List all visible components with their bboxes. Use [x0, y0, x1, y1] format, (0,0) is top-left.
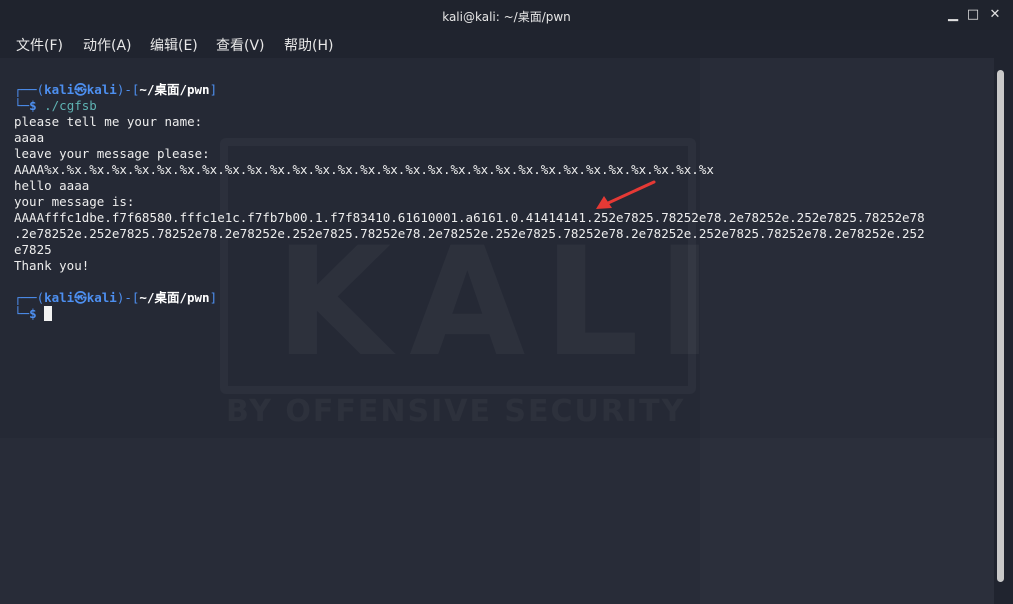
prompt-at: ㉿: [74, 82, 87, 97]
prompt-corner: ┌──(: [14, 290, 45, 305]
menu-edit[interactable]: 编辑(E): [150, 35, 198, 55]
menu-help[interactable]: 帮助(H): [284, 35, 333, 55]
prompt-at: ㉿: [74, 290, 87, 305]
prompt-path: ~/桌面/pwn: [139, 290, 210, 305]
output-line: AAAA%x.%x.%x.%x.%x.%x.%x.%x.%x.%x.%x.%x.…: [14, 162, 714, 177]
prompt-end: ]: [209, 82, 218, 97]
output-line: hello aaaa: [14, 178, 90, 193]
prompt-line-bottom: └─$: [14, 306, 53, 322]
prompt-host: kali: [86, 290, 117, 305]
prompt-corner: └─: [14, 98, 30, 113]
close-icon[interactable]: ✕: [986, 6, 1004, 24]
menu-view[interactable]: 查看(V): [216, 35, 265, 55]
text-cursor: [44, 306, 53, 321]
background-shape: [700, 58, 994, 604]
command-text: ./cgfsb: [44, 98, 97, 113]
menu-file[interactable]: 文件(F): [16, 35, 63, 55]
maximize-icon[interactable]: □: [964, 6, 982, 24]
menu-bar: 文件(F) 动作(A) 编辑(E) 查看(V) 帮助(H): [0, 30, 1013, 58]
output-line: please tell me your name:: [14, 114, 203, 129]
prompt-corner: ┌──(: [14, 82, 45, 97]
output-line: AAAAfffc1dbe.f7f68580.fffc1e1c.f7fb7b00.…: [14, 210, 925, 225]
watermark-tagline: BY OFFENSIVE SECURITY: [226, 394, 685, 429]
output-line: .2e78252e.252e7825.78252e78.2e78252e.252…: [14, 226, 925, 241]
prompt-end: ]: [209, 290, 218, 305]
prompt-mid: )-[: [116, 82, 140, 97]
output-line: your message is:: [14, 194, 135, 209]
watermark-logo: KALI: [275, 216, 731, 390]
terminal-area[interactable]: KALI BY OFFENSIVE SECURITY: [0, 58, 994, 604]
output-line: aaaa: [14, 130, 45, 145]
minimize-icon[interactable]: ▁: [944, 6, 962, 24]
prompt-user: kali: [44, 82, 75, 97]
output-line: Thank you!: [14, 258, 90, 273]
prompt-user: kali: [44, 290, 75, 305]
prompt-host: kali: [86, 82, 117, 97]
annotation-arrow-icon: [596, 180, 656, 209]
scrollbar-thumb[interactable]: [997, 70, 1004, 582]
prompt-corner: └─: [14, 306, 30, 321]
prompt-path: ~/桌面/pwn: [139, 82, 210, 97]
prompt-dollar: $: [29, 98, 37, 113]
prompt-line-top: ┌──(kali㉿kali)-[~/桌面/pwn]: [14, 82, 217, 98]
title-bar[interactable]: kali@kali: ~/桌面/pwn ▁ □ ✕: [0, 0, 1013, 30]
window-title: kali@kali: ~/桌面/pwn: [442, 10, 571, 24]
output-line: leave your message please:: [14, 146, 210, 161]
prompt-dollar: $: [29, 306, 37, 321]
terminal-window: kali@kali: ~/桌面/pwn ▁ □ ✕ 文件(F) 动作(A) 编辑…: [0, 0, 1013, 604]
prompt-mid: )-[: [116, 290, 140, 305]
output-line: e7825: [14, 242, 52, 257]
prompt-line-top: ┌──(kali㉿kali)-[~/桌面/pwn]: [14, 290, 217, 306]
prompt-line-bottom: └─$ ./cgfsb: [14, 98, 97, 114]
menu-action[interactable]: 动作(A): [83, 35, 132, 55]
